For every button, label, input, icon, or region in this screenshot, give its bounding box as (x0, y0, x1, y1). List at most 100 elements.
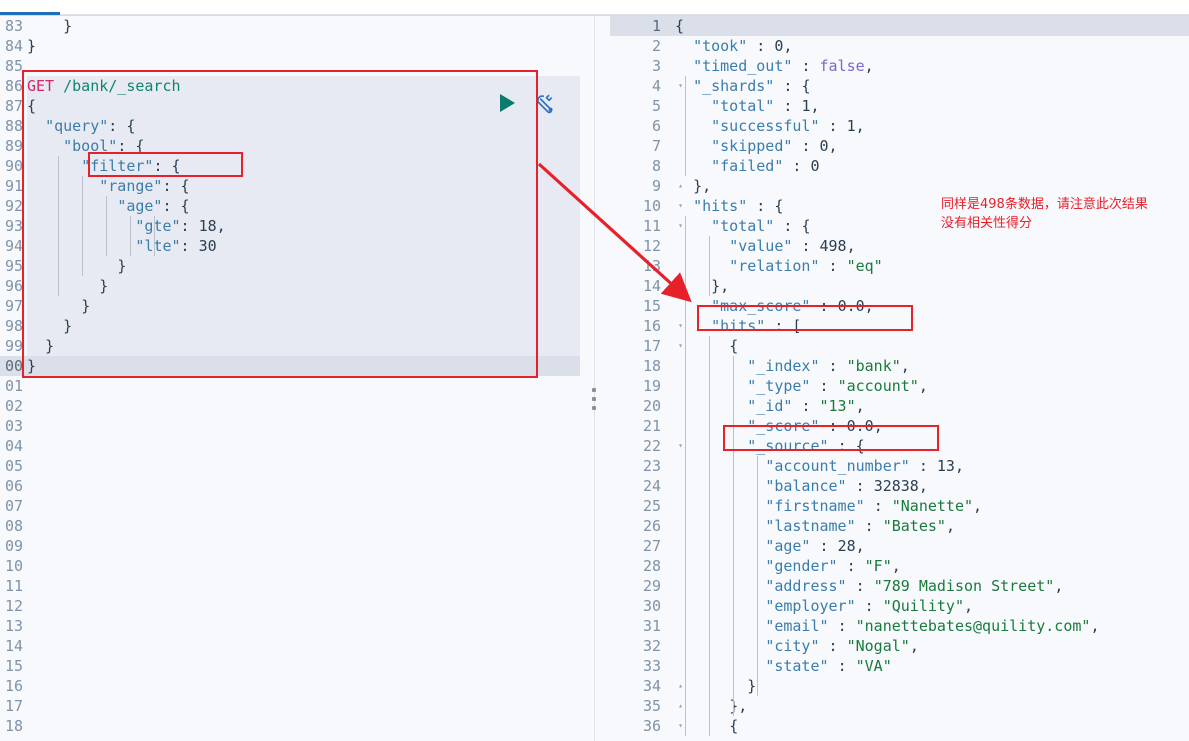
request-editor[interactable]: 8384▴858687▾88▾89▾90▾91▾92▾939495▴96▴97▴… (0, 16, 580, 741)
line-number[interactable]: 11 ▾ (610, 216, 683, 236)
code-line[interactable]: } (27, 356, 580, 376)
line-number[interactable]: 93 (0, 216, 27, 236)
line-number[interactable]: 04 (0, 436, 27, 456)
line-number[interactable]: 92▾ (0, 196, 34, 216)
code-line[interactable]: "age": { (27, 196, 580, 216)
line-number[interactable]: 14 ▴ (610, 276, 683, 296)
line-number[interactable]: 99▴ (0, 336, 34, 356)
line-number[interactable]: 15 (610, 296, 675, 316)
line-number[interactable]: 18 (610, 356, 675, 376)
code-line[interactable]: "city" : "Nogal", (675, 636, 1189, 656)
line-number[interactable]: 27 (610, 536, 675, 556)
line-number[interactable]: 26 (610, 516, 675, 536)
line-number[interactable]: 36 ▾ (610, 716, 683, 736)
line-number[interactable]: 97▴ (0, 296, 34, 316)
line-number[interactable]: 06 (0, 476, 27, 496)
code-line[interactable]: "query": { (27, 116, 580, 136)
code-line[interactable]: "filter": { (27, 156, 580, 176)
code-line[interactable] (27, 376, 580, 396)
line-number[interactable]: 00▴ (0, 356, 34, 376)
code-line[interactable]: "account_number" : 13, (675, 456, 1189, 476)
wrench-icon[interactable] (534, 92, 558, 116)
line-number[interactable]: 33 (610, 656, 675, 676)
line-number[interactable]: 23 (610, 456, 675, 476)
response-editor[interactable]: 1▾234▾56789▴10▾11▾121314▴1516▾17▾1819202… (610, 16, 1189, 741)
code-line[interactable]: } (27, 256, 580, 276)
code-line[interactable] (27, 716, 580, 736)
code-line[interactable]: "total" : { (675, 216, 1189, 236)
code-line[interactable] (27, 696, 580, 716)
code-line[interactable]: "skipped" : 0, (675, 136, 1189, 156)
line-number[interactable]: 12 (0, 596, 27, 616)
line-number[interactable]: 95▴ (0, 256, 34, 276)
code-line[interactable]: "_index" : "bank", (675, 356, 1189, 376)
code-line[interactable]: "firstname" : "Nanette", (675, 496, 1189, 516)
code-line[interactable] (27, 536, 580, 556)
line-number[interactable]: 1▾ (610, 16, 683, 36)
tab-active-indicator[interactable] (0, 12, 60, 15)
code-line[interactable]: "bool": { (27, 136, 580, 156)
code-line[interactable]: "successful" : 1, (675, 116, 1189, 136)
request-gutter[interactable]: 8384▴858687▾88▾89▾90▾91▾92▾939495▴96▴97▴… (0, 16, 34, 741)
code-line[interactable]: GET /bank/_search (27, 76, 580, 96)
code-line[interactable] (27, 576, 580, 596)
code-line[interactable] (27, 596, 580, 616)
line-number[interactable]: 05 (0, 456, 27, 476)
line-number[interactable]: 21 (610, 416, 675, 436)
request-pane[interactable]: 8384▴858687▾88▾89▾90▾91▾92▾939495▴96▴97▴… (0, 16, 580, 741)
line-number[interactable]: 6 (610, 116, 675, 136)
code-line[interactable]: "_id" : "13", (675, 396, 1189, 416)
code-line[interactable]: "_score" : 0.0, (675, 416, 1189, 436)
code-line[interactable]: "address" : "789 Madison Street", (675, 576, 1189, 596)
line-number[interactable]: 22 ▾ (610, 436, 683, 456)
line-number[interactable]: 18 (0, 716, 27, 736)
line-number[interactable]: 94 (0, 236, 27, 256)
code-line[interactable]: "gender" : "F", (675, 556, 1189, 576)
code-line[interactable] (27, 476, 580, 496)
line-number[interactable]: 02 (0, 396, 27, 416)
line-number[interactable]: 10 ▾ (610, 196, 683, 216)
code-line[interactable]: { (675, 336, 1189, 356)
code-line[interactable] (27, 56, 580, 76)
code-line[interactable]: "total" : 1, (675, 96, 1189, 116)
code-line[interactable] (27, 616, 580, 636)
code-line[interactable]: "range": { (27, 176, 580, 196)
line-number[interactable]: 88▾ (0, 116, 34, 136)
code-line[interactable]: } (27, 336, 580, 356)
code-line[interactable] (27, 396, 580, 416)
line-number[interactable]: 09 (0, 536, 27, 556)
code-line[interactable]: } (27, 316, 580, 336)
code-line[interactable] (27, 556, 580, 576)
code-line[interactable]: "failed" : 0 (675, 156, 1189, 176)
code-line[interactable] (27, 416, 580, 436)
response-gutter[interactable]: 1▾234▾56789▴10▾11▾121314▴1516▾17▾1819202… (610, 16, 683, 741)
line-number[interactable]: 10 (0, 556, 27, 576)
code-line[interactable]: "_source" : { (675, 436, 1189, 456)
line-number[interactable]: 2 (610, 36, 675, 56)
code-line[interactable]: "took" : 0, (675, 36, 1189, 56)
pane-divider[interactable] (580, 16, 610, 741)
code-line[interactable]: "state" : "VA" (675, 656, 1189, 676)
code-line[interactable]: } (27, 36, 580, 56)
code-line[interactable]: { (675, 16, 1189, 36)
line-number[interactable]: 13 (0, 616, 27, 636)
line-number[interactable]: 31 (610, 616, 675, 636)
code-line[interactable]: "age" : 28, (675, 536, 1189, 556)
line-number[interactable]: 20 (610, 396, 675, 416)
line-number[interactable]: 29 (610, 576, 675, 596)
code-line[interactable]: "hits" : [ (675, 316, 1189, 336)
line-number[interactable]: 8 (610, 156, 675, 176)
line-number[interactable]: 3 (610, 56, 675, 76)
line-number[interactable]: 35 ▴ (610, 696, 683, 716)
run-request-button[interactable] (500, 94, 515, 112)
code-line[interactable]: } (675, 676, 1189, 696)
line-number[interactable]: 13 (610, 256, 675, 276)
line-number[interactable]: 08 (0, 516, 27, 536)
line-number[interactable]: 5 (610, 96, 675, 116)
code-line[interactable]: "lastname" : "Bates", (675, 516, 1189, 536)
code-line[interactable]: } (27, 16, 580, 36)
code-line[interactable]: "relation" : "eq" (675, 256, 1189, 276)
line-number[interactable]: 25 (610, 496, 675, 516)
response-code-area[interactable]: { "took" : 0, "timed_out" : false, "_sha… (675, 16, 1189, 741)
code-line[interactable] (27, 436, 580, 456)
